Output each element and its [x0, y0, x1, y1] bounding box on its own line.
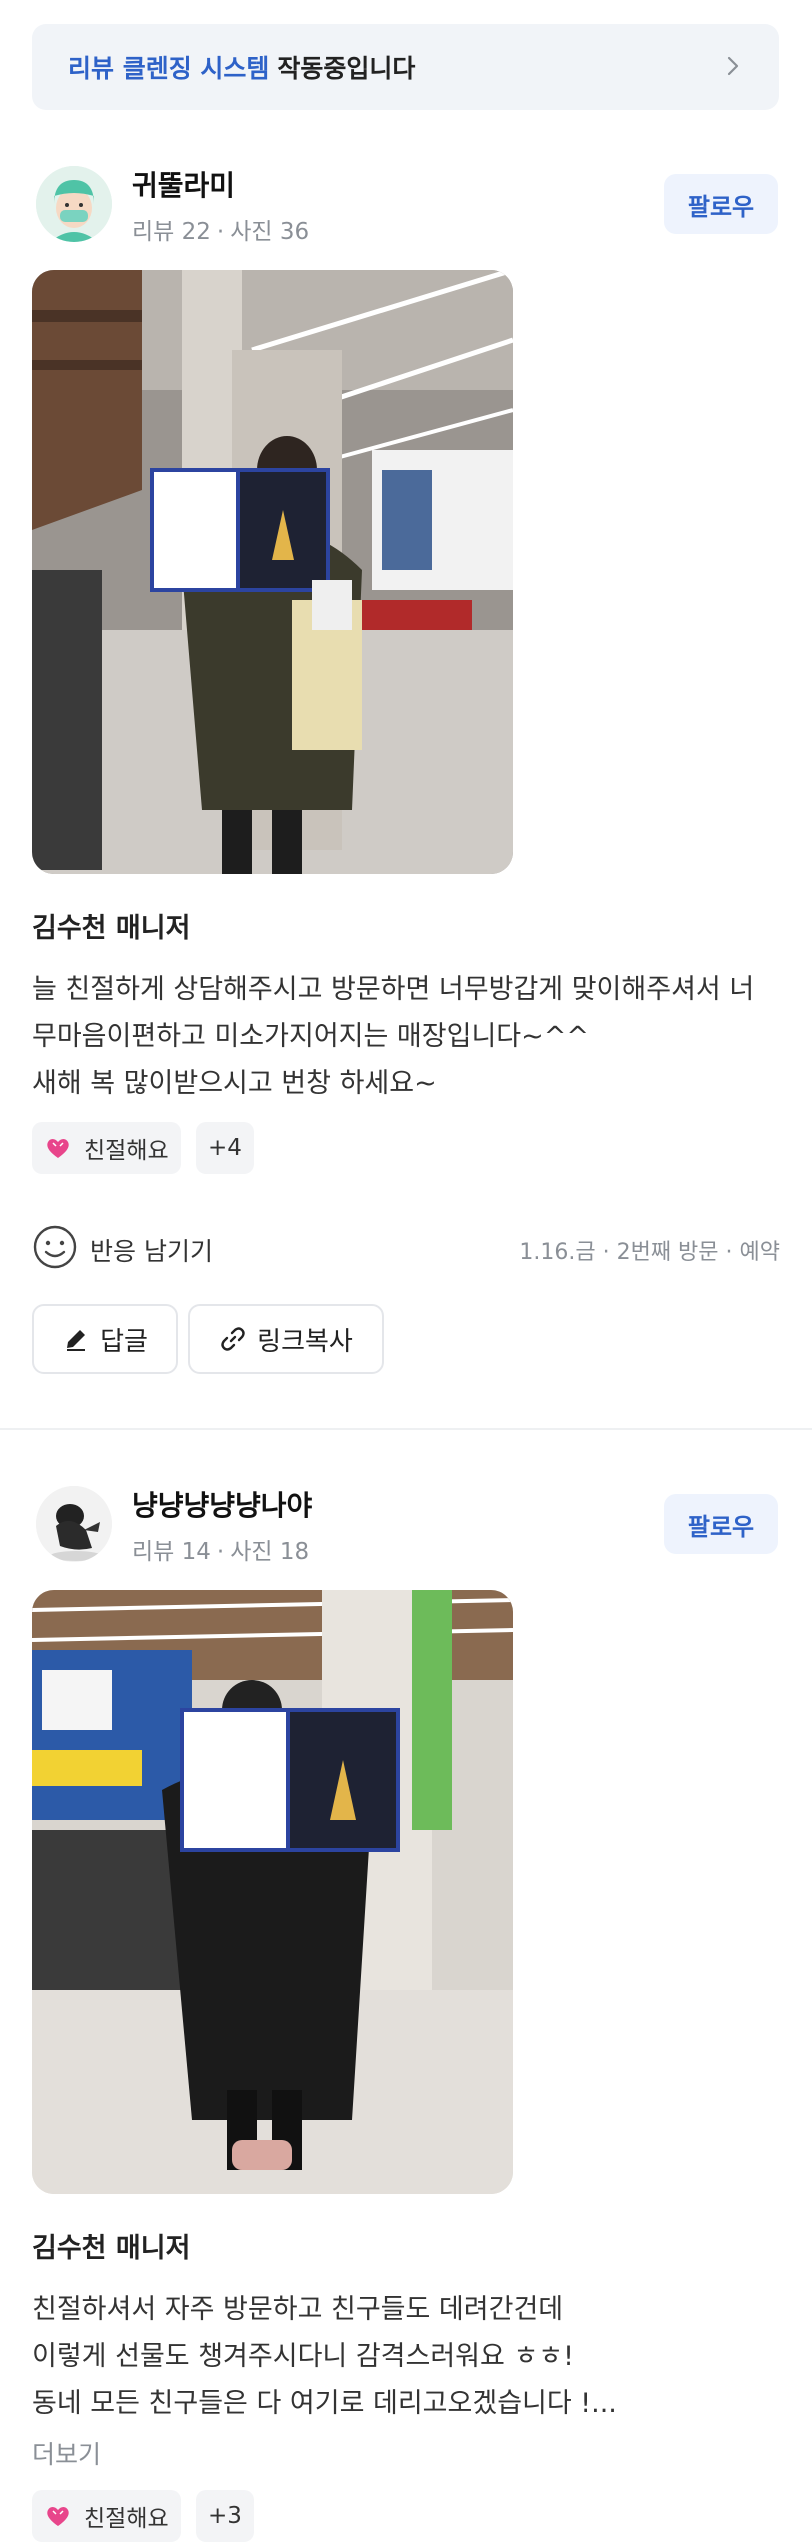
review-text[interactable]: 친절하셔서 자주 방문하고 친구들도 데려간건데 이렇게 선물도 챙겨주시다니 …	[32, 2286, 782, 2427]
banner-accent-text: 리뷰 클렌징 시스템	[68, 54, 270, 83]
heart-icon	[47, 1139, 69, 1158]
follow-button[interactable]: 팔로우	[664, 1494, 778, 1554]
read-more-link[interactable]: 더보기	[32, 2435, 101, 2471]
review-text-line: 새해 복 많이받으시고 번창 하세요~	[32, 1068, 437, 1099]
link-icon	[221, 1327, 245, 1351]
review-text-line: 친절하셔서 자주 방문하고 친구들도 데려간건데	[32, 2294, 564, 2325]
review-text-line: 동네 모든 친구들은 다 여기로 데리고오겠습니다 !...	[32, 2388, 617, 2419]
heart-icon	[47, 2507, 69, 2526]
review-photo[interactable]	[32, 1590, 513, 2194]
review-count: 리뷰 22	[132, 219, 211, 245]
review-text-line: 이렇게 선물도 챙겨주시다니 감격스러워요 ㅎㅎ!	[32, 2341, 574, 2372]
reaction-row: 반응 남기기 1.16.금 · 2번째 방문 · 예약	[32, 1222, 780, 1272]
copy-link-button[interactable]: 링크복사	[188, 1304, 384, 1374]
chevron-right-icon	[727, 56, 739, 76]
keyword-tag-label: 친절해요	[84, 1138, 169, 1164]
review-count: 리뷰 14	[132, 1539, 211, 1565]
more-tags-chip[interactable]: +3	[196, 2490, 254, 2542]
review-text-line: 늘 친절하게 상담해주시고 방문하면 너무방갑게 맞이해주셔서 너	[32, 974, 755, 1005]
leave-reaction-button[interactable]: 반응 남기기	[90, 1232, 213, 1268]
review-cleansing-banner[interactable]: 리뷰 클렌징 시스템 작동중입니다	[32, 24, 779, 110]
review-photo[interactable]	[32, 270, 513, 874]
banner-rest-text: 작동중입니다	[277, 54, 416, 83]
staff-name[interactable]: 김수천 매니저	[32, 906, 190, 945]
reviewer-nickname[interactable]: 귀뚤라미	[132, 164, 235, 204]
keyword-tag[interactable]: 친절해요	[32, 1122, 181, 1174]
photo-count: 사진 18	[230, 1539, 310, 1565]
staff-name[interactable]: 김수천 매니저	[32, 2226, 190, 2265]
reply-button[interactable]: 답글	[32, 1304, 178, 1374]
photo-count: 사진 36	[230, 219, 310, 245]
banner-text: 리뷰 클렌징 시스템 작동중입니다	[68, 49, 415, 85]
review-divider	[0, 1428, 812, 1430]
avatar[interactable]	[36, 166, 112, 242]
keyword-tag-label: 친절해요	[84, 2506, 169, 2532]
smile-icon[interactable]	[32, 1224, 78, 1270]
keyword-tag[interactable]: 친절해요	[32, 2490, 181, 2542]
reviewer-stats: 리뷰 22 · 사진 36	[132, 219, 310, 245]
review-text[interactable]: 늘 친절하게 상담해주시고 방문하면 너무방갑게 맞이해주셔서 너 무마음이편하…	[32, 966, 782, 1107]
copy-link-label: 링크복사	[257, 1326, 353, 1357]
reply-button-label: 답글	[100, 1326, 148, 1357]
review-photo-image	[32, 1590, 513, 2194]
reviewer-stats: 리뷰 14 · 사진 18	[132, 1539, 310, 1565]
more-tags-chip[interactable]: +4	[196, 1122, 254, 1174]
avatar[interactable]	[36, 1486, 112, 1562]
review-photo-image	[32, 270, 513, 874]
follow-button[interactable]: 팔로우	[664, 174, 778, 234]
review-text-line: 무마음이편하고 미소가지어지는 매장입니다~^^	[32, 1021, 589, 1052]
pencil-icon	[67, 1330, 86, 1351]
reviewer-nickname[interactable]: 냥냥냥냥냥나야	[132, 1484, 312, 1524]
visit-info: 1.16.금 · 2번째 방문 · 예약	[519, 1240, 780, 1265]
